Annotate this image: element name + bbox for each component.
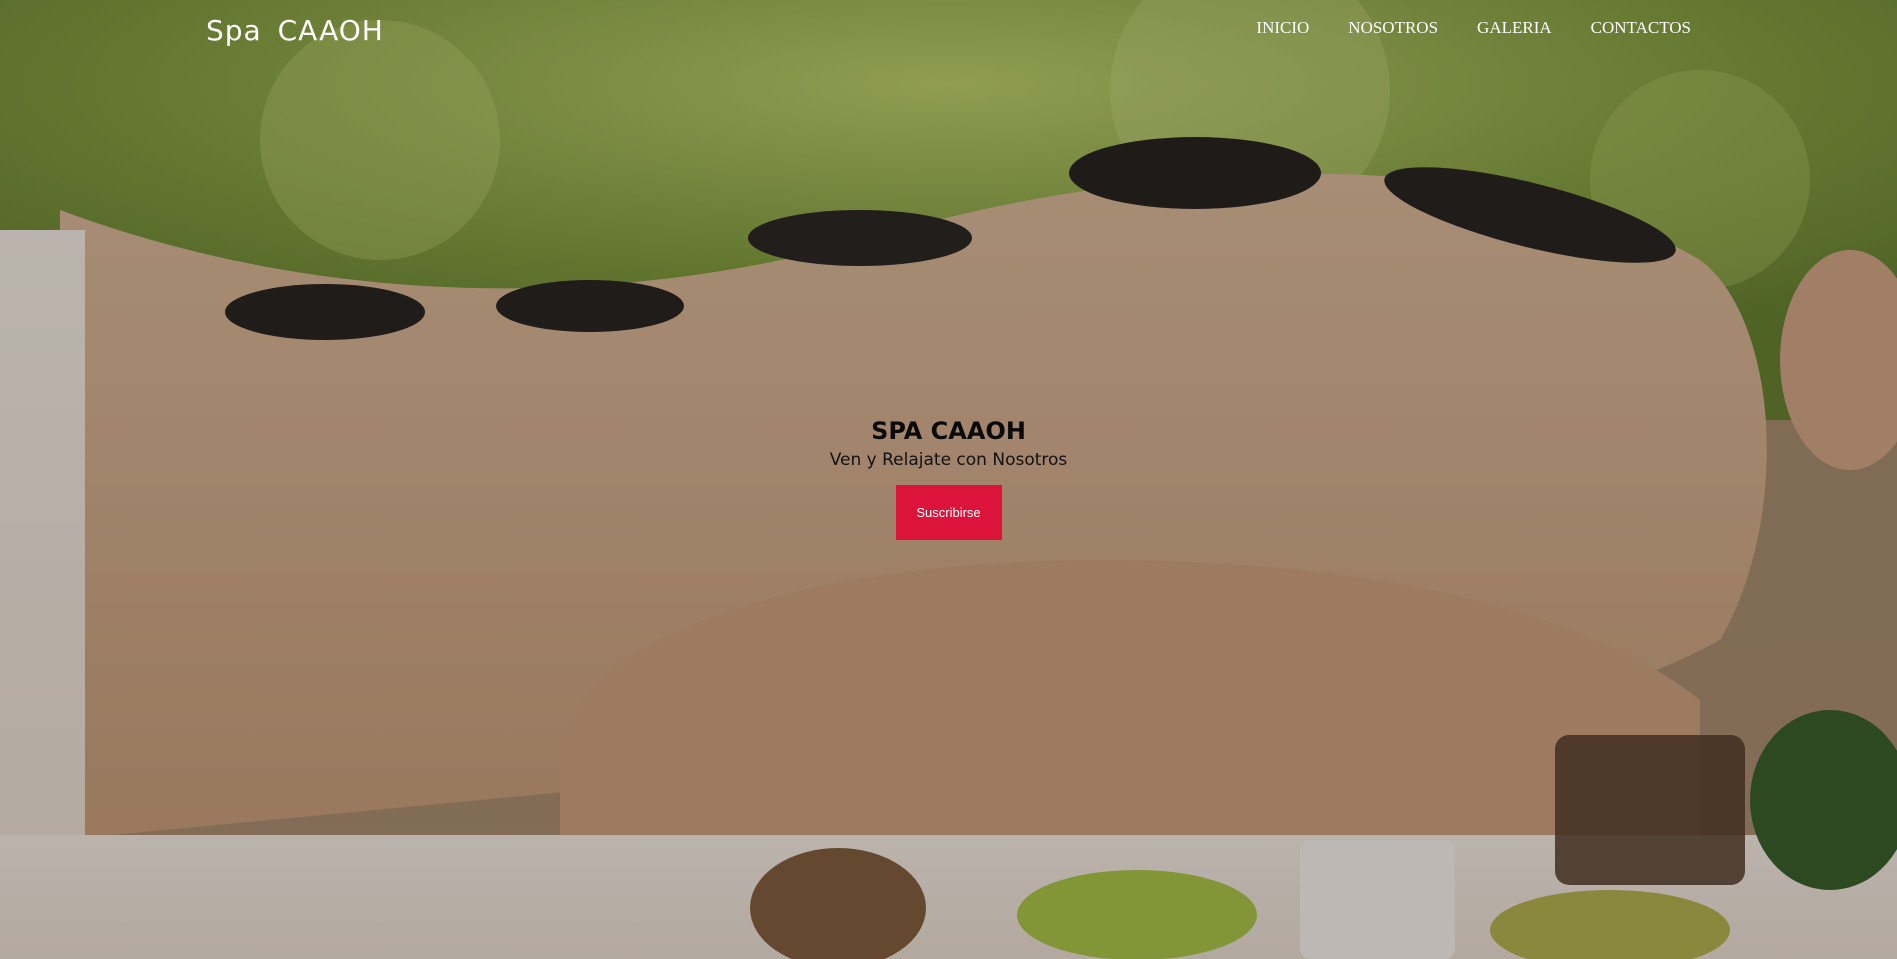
hero-title: SPA CAAOH (871, 417, 1026, 445)
nav-link-galeria[interactable]: GALERIA (1477, 18, 1552, 38)
hero-section: Spa CAAOH INICIO NOSOTROS GALERIA CONTAC… (0, 0, 1897, 959)
hero-subtitle: Ven y Relajate con Nosotros (829, 450, 1068, 470)
main-nav: INICIO NOSOTROS GALERIA CONTACTOS (1256, 18, 1691, 38)
nav-link-contactos[interactable]: CONTACTOS (1591, 18, 1691, 38)
subscribe-button[interactable]: Suscribirse (895, 485, 1002, 540)
nav-link-nosotros[interactable]: NOSOTROS (1348, 18, 1438, 38)
brand-logo[interactable]: Spa CAAOH (206, 14, 384, 47)
hero-content: SPA CAAOH Ven y Relajate con Nosotros Su… (0, 413, 1897, 540)
nav-link-inicio[interactable]: INICIO (1256, 18, 1309, 38)
